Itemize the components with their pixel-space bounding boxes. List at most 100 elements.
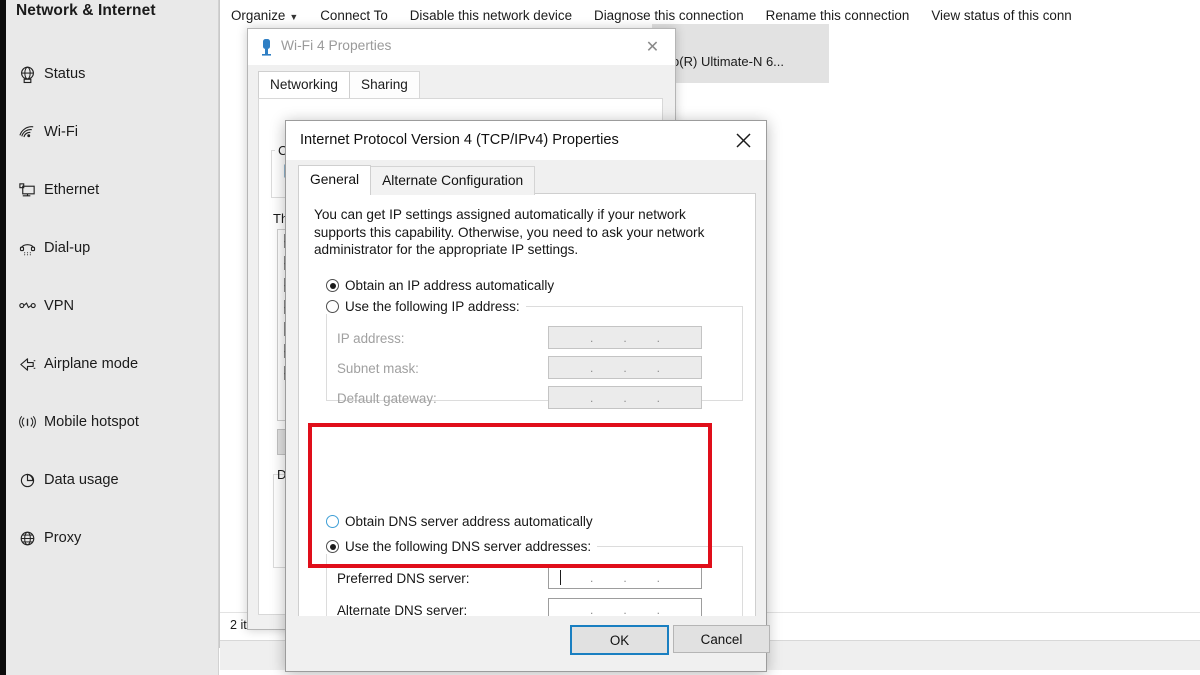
ip-address-field[interactable]: ... [548, 326, 702, 349]
data-usage-icon [10, 471, 44, 490]
octet-separators: ... [549, 571, 701, 585]
sidebar-item-label: Status [44, 66, 85, 82]
octet-separators: ... [549, 331, 701, 345]
octet-separators: ... [549, 391, 701, 405]
ethernet-icon [10, 181, 44, 200]
preferred-dns-label: Preferred DNS server: [337, 571, 469, 586]
toolbar-organize[interactable]: Organize ▼ [220, 8, 309, 23]
wifi-dialog-tabs: Networking Sharing [258, 71, 419, 98]
group-label-mask [327, 533, 527, 536]
radio-icon[interactable] [326, 515, 339, 528]
ipv4-general-panel: You can get IP settings assigned automat… [298, 193, 756, 618]
settings-sidebar: Network & Internet Status Wi-Fi Ethernet [0, 0, 219, 675]
sidebar-item-label: VPN [44, 298, 74, 314]
tab-networking[interactable]: Networking [258, 71, 350, 98]
dialup-icon [10, 239, 44, 258]
tab-sharing[interactable]: Sharing [349, 71, 420, 98]
octet-separators: ... [549, 361, 701, 375]
sidebar-item-label: Ethernet [44, 182, 99, 198]
dot: . [590, 333, 593, 343]
sidebar-item-label: Airplane mode [44, 356, 138, 372]
ipv4-properties-dialog: Internet Protocol Version 4 (TCP/IPv4) P… [285, 120, 767, 672]
airplane-icon [10, 355, 44, 374]
wifi-icon [10, 123, 44, 142]
radio-label: Use the following IP address: [345, 299, 520, 314]
dot: . [623, 363, 626, 373]
radio-obtain-dns-automatically[interactable]: Obtain DNS server address automatically [326, 514, 593, 529]
dot: . [657, 605, 660, 615]
vpn-icon [10, 297, 44, 316]
sidebar-item-label: Mobile hotspot [44, 414, 139, 430]
radio-obtain-ip-automatically[interactable]: Obtain an IP address automatically [326, 278, 554, 293]
proxy-globe-icon [10, 529, 44, 548]
radio-use-following-dns[interactable]: Use the following DNS server addresses: [326, 539, 597, 554]
sidebar-item-dialup[interactable]: Dial-up [0, 232, 218, 264]
sidebar-item-mobile-hotspot[interactable]: Mobile hotspot [0, 406, 218, 438]
chevron-down-icon: ▼ [289, 12, 298, 22]
sidebar-item-data-usage[interactable]: Data usage [0, 464, 218, 496]
ipv4-dialog-tabs: General Alternate Configuration [298, 165, 534, 195]
dot: . [657, 333, 660, 343]
dot: . [657, 573, 660, 583]
sidebar-item-status[interactable]: Status [0, 58, 218, 90]
toolbar-label: Organize [231, 8, 285, 23]
tab-general[interactable]: General [298, 165, 371, 195]
hotspot-icon [10, 413, 44, 432]
dot: . [657, 363, 660, 373]
sidebar-item-proxy[interactable]: Proxy [0, 522, 218, 554]
toolbar-rename-connection[interactable]: Rename this connection [755, 8, 921, 23]
sidebar-item-label: Data usage [44, 472, 119, 488]
sidebar-nav: Status Wi-Fi Ethernet Dial-up [0, 58, 218, 580]
sidebar-item-airplane-mode[interactable]: Airplane mode [0, 348, 218, 380]
radio-label: Use the following DNS server addresses: [345, 539, 591, 554]
dot: . [623, 333, 626, 343]
dot: . [623, 573, 626, 583]
default-gateway-label: Default gateway: [337, 391, 437, 406]
sidebar-item-wifi[interactable]: Wi-Fi [0, 116, 218, 148]
default-gateway-field[interactable]: ... [548, 386, 702, 409]
toolbar-diagnose-connection[interactable]: Diagnose this connection [583, 8, 755, 23]
sidebar-item-label: Proxy [44, 530, 81, 546]
dot: . [590, 363, 593, 373]
ipv4-dialog-title: Internet Protocol Version 4 (TCP/IPv4) P… [300, 132, 619, 148]
radio-icon[interactable] [326, 540, 339, 553]
dot: . [657, 393, 660, 403]
radio-icon[interactable] [326, 300, 339, 313]
network-adapter-tile[interactable]: 5 trino(R) Ultimate-N 6... [652, 24, 829, 83]
dot: . [590, 393, 593, 403]
subnet-mask-field[interactable]: ... [548, 356, 702, 379]
network-adapter-icon [260, 38, 273, 61]
sidebar-item-label: Dial-up [44, 240, 90, 256]
sidebar-item-vpn[interactable]: VPN [0, 290, 218, 322]
radio-use-following-ip[interactable]: Use the following IP address: [326, 299, 526, 314]
ipv4-dialog-titlebar: Internet Protocol Version 4 (TCP/IPv4) P… [286, 121, 766, 160]
radio-label: Obtain DNS server address automatically [345, 514, 593, 529]
ok-button[interactable]: OK [570, 625, 669, 655]
globe-status-icon [10, 65, 44, 84]
preferred-dns-field[interactable]: ... [548, 566, 702, 589]
sidebar-item-label: Wi-Fi [44, 124, 78, 140]
wifi-dialog-title: Wi-Fi 4 Properties [281, 38, 391, 53]
wifi-dialog-titlebar: Wi-Fi 4 Properties ✕ [248, 29, 675, 66]
dot: . [623, 605, 626, 615]
window-left-edge [0, 0, 6, 675]
page-title: Network & Internet [16, 2, 156, 20]
cancel-button[interactable]: Cancel [673, 625, 770, 653]
toolbar-disable-device[interactable]: Disable this network device [399, 8, 583, 23]
intro-text: You can get IP settings assigned automat… [314, 206, 737, 259]
subnet-mask-label: Subnet mask: [337, 361, 419, 376]
toolbar-view-status[interactable]: View status of this conn [920, 8, 1082, 23]
radio-label: Obtain an IP address automatically [345, 278, 554, 293]
close-icon[interactable] [720, 121, 766, 160]
octet-separators: ... [549, 603, 701, 617]
sidebar-item-ethernet[interactable]: Ethernet [0, 174, 218, 206]
toolbar-connect-to[interactable]: Connect To [309, 8, 399, 23]
dot: . [623, 393, 626, 403]
tab-alternate-configuration[interactable]: Alternate Configuration [370, 166, 535, 195]
radio-icon[interactable] [326, 279, 339, 292]
close-icon[interactable]: ✕ [630, 29, 675, 65]
dot: . [590, 573, 593, 583]
dot: . [590, 605, 593, 615]
screen-root: Network & Internet Status Wi-Fi Ethernet [0, 0, 1200, 675]
ip-address-label: IP address: [337, 331, 405, 346]
